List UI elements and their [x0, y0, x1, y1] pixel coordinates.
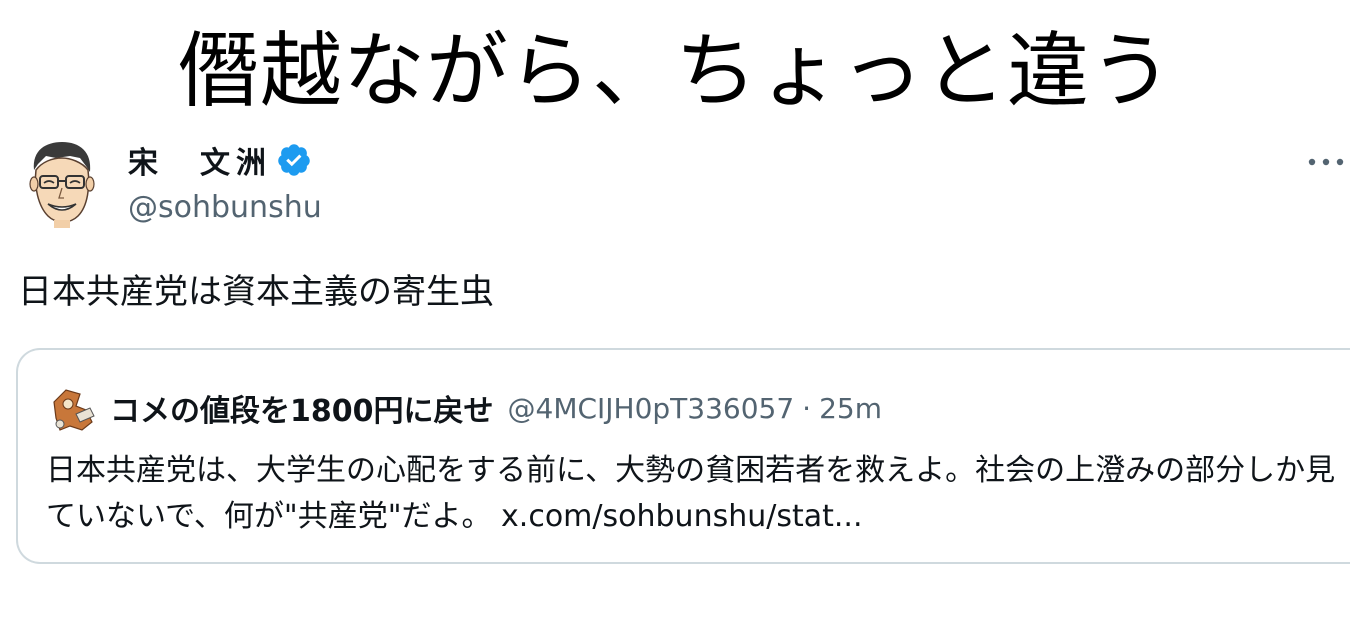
quoted-author-name[interactable]: コメの値段を1800円に戻せ	[110, 386, 494, 430]
author-display-name[interactable]: 宋 文洲	[128, 138, 272, 182]
quoted-tweet-link[interactable]: x.com/sohbunshu/stat...	[501, 499, 862, 534]
author-avatar[interactable]	[26, 140, 98, 228]
quoted-tweet-body: 日本共産党は、大学生の心配をする前に、大勢の貧困若者を救えよ。社会の上澄みの部分…	[46, 448, 1336, 540]
quoted-author-handle[interactable]: @4MCIJH0pT336057	[508, 392, 795, 425]
verified-badge-icon	[278, 144, 310, 176]
tweet-text: 日本共産党は資本主義の寄生虫	[18, 272, 494, 312]
quoted-tweet[interactable]: コメの値段を1800円に戻せ @4MCIJH0pT336057 · 25m 日本共産…	[16, 348, 1350, 564]
quoted-author-avatar[interactable]	[46, 380, 102, 436]
meta-separator: ·	[802, 391, 812, 425]
caption-title: 僭越ながら、ちょっと違う	[176, 24, 1173, 119]
quoted-tweet-header: コメの値段を1800円に戻せ @4MCIJH0pT336057 · 25m	[46, 380, 882, 436]
quoted-timestamp[interactable]: 25m	[819, 392, 882, 425]
author-name-row: 宋 文洲	[128, 138, 322, 182]
author-block: 宋 文洲 @sohbunshu	[128, 138, 322, 225]
more-dots-icon[interactable]	[1302, 150, 1350, 174]
tweet-card: 宋 文洲 @sohbunshu 日本共産党は資本主義の寄生虫 コメの値段を180…	[0, 130, 1350, 623]
quoted-meta: @4MCIJH0pT336057 · 25m	[508, 392, 882, 425]
author-handle[interactable]: @sohbunshu	[128, 190, 322, 225]
